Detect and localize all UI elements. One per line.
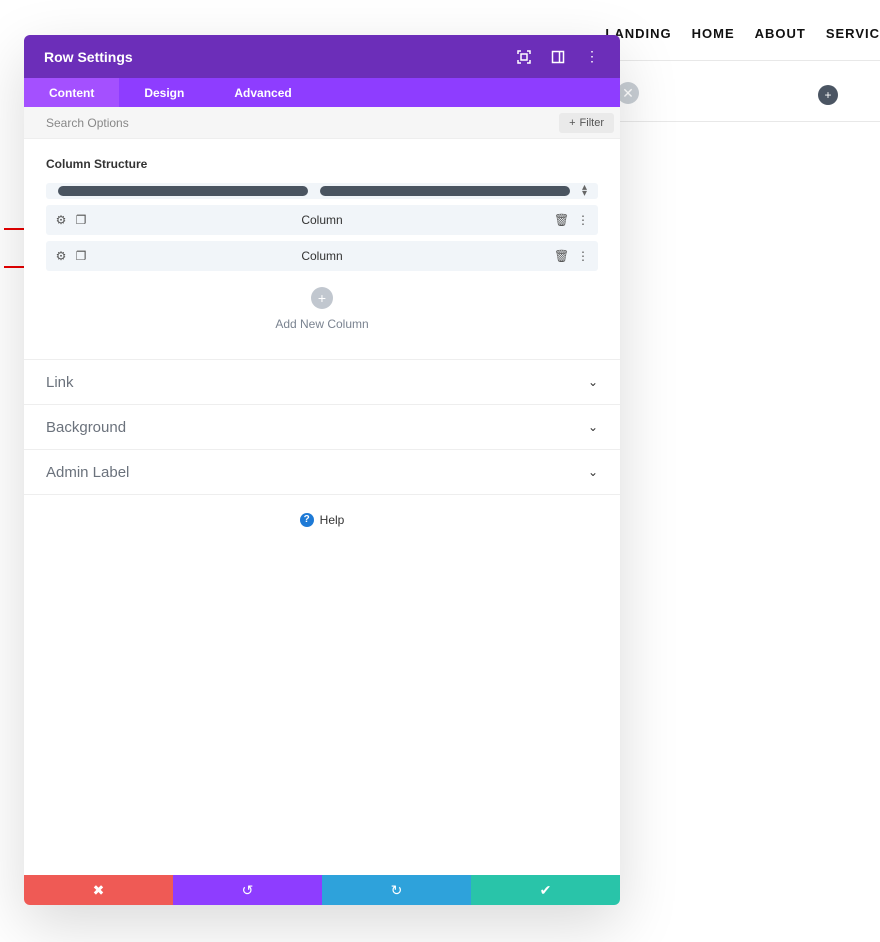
modal-tabs: Content Design Advanced: [24, 78, 620, 107]
page-nav: LANDING HOME ABOUT SERVIC: [605, 26, 880, 41]
column-structure-heading: Column Structure: [46, 157, 598, 171]
nav-item-services[interactable]: SERVIC: [826, 26, 880, 41]
nav-item-about[interactable]: ABOUT: [755, 26, 806, 41]
chevron-down-icon: ⌄: [588, 465, 598, 479]
save-button[interactable]: ✔: [471, 875, 620, 905]
gear-icon[interactable]: ⚙: [54, 213, 68, 227]
snap-icon[interactable]: [550, 49, 566, 65]
cancel-button[interactable]: ✖: [24, 875, 173, 905]
help-label: Help: [320, 513, 345, 527]
modal-header: Row Settings ⋮: [24, 35, 620, 78]
close-icon: ✖: [93, 882, 105, 899]
globe-icon[interactable]: ✕: [617, 82, 639, 104]
check-icon: ✔: [540, 882, 552, 899]
trash-icon[interactable]: 🗑: [554, 249, 568, 263]
add-column-label: Add New Column: [46, 317, 598, 331]
help-icon: ?: [300, 513, 314, 527]
undo-button[interactable]: ↺: [173, 875, 322, 905]
column-bar: [58, 186, 308, 196]
expand-icon[interactable]: [516, 49, 532, 65]
undo-icon: ↺: [242, 882, 254, 899]
nav-item-home[interactable]: HOME: [692, 26, 735, 41]
tab-advanced[interactable]: Advanced: [209, 78, 316, 107]
chevron-down-icon: ⌄: [588, 375, 598, 389]
modal-title: Row Settings: [44, 49, 133, 65]
plus-icon: +: [569, 117, 575, 129]
column-bar: [320, 186, 570, 196]
trash-icon[interactable]: 🗑: [554, 213, 568, 227]
column-row[interactable]: ⚙ ❐ Column 🗑 ⋮: [46, 241, 598, 271]
redo-icon: ↻: [391, 882, 403, 899]
column-label: Column: [46, 249, 598, 263]
more-icon[interactable]: ⋮: [584, 49, 600, 65]
help-link[interactable]: ? Help: [300, 513, 345, 527]
sort-icon[interactable]: ▴▾: [582, 185, 592, 197]
gear-icon[interactable]: ⚙: [54, 249, 68, 263]
filter-button[interactable]: + Filter: [559, 113, 614, 133]
modal-body: Column Structure ▴▾ ⚙ ❐ Column 🗑 ⋮: [24, 139, 620, 875]
add-column-button[interactable]: +: [311, 287, 333, 309]
add-section-button[interactable]: +: [818, 85, 838, 105]
accordion-label: Admin Label: [46, 464, 129, 481]
column-row[interactable]: ⚙ ❐ Column 🗑 ⋮: [46, 205, 598, 235]
accordion-admin-label[interactable]: Admin Label ⌄: [24, 449, 620, 494]
search-row: Search Options + Filter: [24, 107, 620, 139]
more-icon[interactable]: ⋮: [576, 213, 590, 227]
divider: [620, 121, 880, 122]
divider: [620, 60, 880, 61]
modal-footer: ✖ ↺ ↻ ✔: [24, 875, 620, 905]
column-structure-selector[interactable]: ▴▾: [46, 183, 598, 199]
search-input[interactable]: Search Options: [46, 116, 129, 130]
chevron-down-icon: ⌄: [588, 420, 598, 434]
accordion-link[interactable]: Link ⌄: [24, 359, 620, 404]
accordion-background[interactable]: Background ⌄: [24, 404, 620, 449]
duplicate-icon[interactable]: ❐: [74, 249, 88, 263]
accordion-label: Link: [46, 374, 74, 391]
duplicate-icon[interactable]: ❐: [74, 213, 88, 227]
redo-button[interactable]: ↻: [322, 875, 471, 905]
accordion-label: Background: [46, 419, 126, 436]
tab-design[interactable]: Design: [119, 78, 209, 107]
row-settings-modal: Row Settings ⋮ Content Design Advanced S…: [24, 35, 620, 905]
more-icon[interactable]: ⋮: [576, 249, 590, 263]
column-label: Column: [46, 213, 598, 227]
tab-content[interactable]: Content: [24, 78, 119, 107]
filter-label: Filter: [580, 117, 604, 129]
